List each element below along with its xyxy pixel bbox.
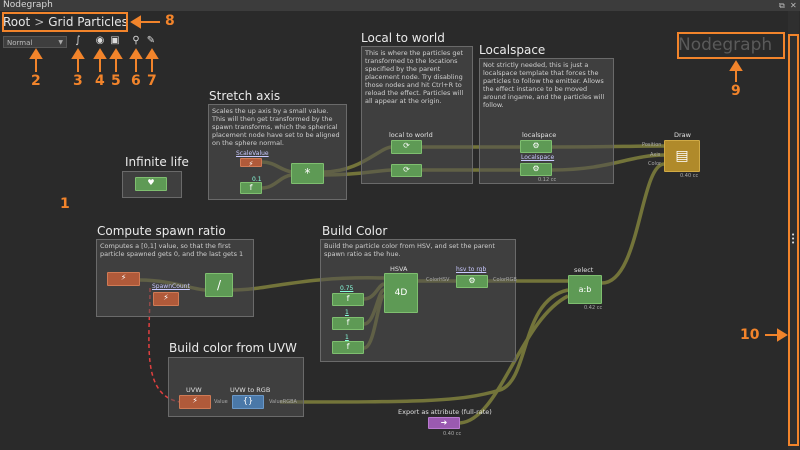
annotation-4: 4: [95, 73, 105, 89]
select-label: select: [574, 266, 594, 274]
heart-icon: ♥: [147, 178, 155, 187]
comment-title-local-to-world: Local to world: [361, 31, 445, 45]
annotation-10: 10: [740, 327, 760, 343]
export-icon: ➜: [440, 418, 448, 427]
annotation-2: 2: [31, 73, 41, 89]
divide-node[interactable]: /: [205, 273, 233, 297]
comment-title-compute-spawn: Compute spawn ratio: [97, 224, 226, 238]
callout-scrollbar-box: [788, 34, 799, 446]
param-icon: ⚡: [120, 273, 127, 282]
f-label: f: [249, 183, 253, 192]
gear-icon: ⚙: [468, 276, 476, 285]
value-075-label: 0.75: [340, 285, 354, 292]
constant-01-node[interactable]: f: [240, 182, 262, 194]
export-timing: 0.40 cc: [443, 431, 462, 437]
draw-label: Draw: [674, 131, 691, 139]
param-icon: ⚡: [248, 160, 254, 168]
constant-1a-node[interactable]: f: [332, 317, 364, 330]
constant-1b-node[interactable]: f: [332, 341, 364, 354]
hsva-label: HSVA: [390, 265, 408, 273]
localspace-param-label: Localspace: [521, 154, 555, 161]
uvw-label: UVW: [186, 386, 202, 394]
infinite-life-node[interactable]: ♥: [135, 177, 167, 191]
f-label: f: [346, 294, 350, 303]
callout-watermark-box: [677, 32, 785, 59]
annotation-9: 9: [731, 83, 741, 99]
constant-075-node[interactable]: f: [332, 293, 364, 306]
localspace-node-2[interactable]: ⚙: [520, 163, 552, 176]
hsva-node[interactable]: 4D: [384, 273, 418, 313]
draw-port-color: Color: [648, 161, 662, 167]
param-icon: ⚡: [163, 293, 169, 302]
local-to-world-label: local to world: [389, 131, 433, 139]
comment-title-localspace: Localspace: [479, 43, 546, 57]
draw-icon: ▤: [675, 148, 689, 164]
gear-icon: ⚙: [532, 141, 540, 150]
select-node[interactable]: a:b: [568, 275, 602, 304]
local-to-world-node[interactable]: ⟳: [391, 140, 422, 154]
annotation-7: 7: [147, 73, 157, 89]
export-attr-label: Export as attribute (full-rate): [398, 408, 492, 416]
value-1a-label: 1: [345, 309, 349, 316]
uvw-node[interactable]: ⚡: [179, 395, 211, 409]
local-to-world-node-2[interactable]: ⟳: [391, 164, 422, 177]
braces-icon: {}: [242, 396, 254, 405]
annotation-8: 8: [165, 13, 175, 29]
f-label: f: [346, 342, 350, 351]
gear-icon: ⚙: [532, 164, 540, 173]
comment-stretch-axis[interactable]: Scales the up axis by a small value. Thi…: [208, 104, 347, 200]
hsv-to-rgb-node[interactable]: ⚙: [456, 275, 488, 288]
f-label: f: [346, 318, 350, 327]
gear-icon: ⟳: [403, 141, 410, 150]
multiply-node[interactable]: *: [291, 163, 324, 184]
scale-param-label: ScaleValue: [236, 150, 269, 157]
value-rgba-port: ValueRGBA: [269, 399, 297, 405]
annotation-5: 5: [111, 73, 121, 89]
draw-timing: 0.40 cc: [680, 173, 699, 179]
timing-label: 0.12 cc: [538, 177, 557, 183]
spawn-index-node[interactable]: ⚡: [107, 272, 140, 286]
annotation-1: 1: [60, 196, 70, 212]
gear-icon: ⟳: [403, 165, 410, 174]
scale-param-node[interactable]: ⚡: [240, 158, 262, 168]
annotation-6: 6: [131, 73, 141, 89]
annotation-3: 3: [73, 73, 83, 89]
comment-title-infinite-life: Infinite life: [125, 155, 189, 169]
localspace-label: localspace: [522, 131, 557, 139]
callout-breadcrumb-box: [2, 12, 128, 32]
draw-port-axis: Axis: [650, 152, 661, 158]
draw-node[interactable]: ▤: [664, 140, 700, 172]
comment-title-stretch-axis: Stretch axis: [209, 89, 281, 103]
comment-title-build-uvw: Build color from UVW: [169, 341, 297, 355]
value-1b-label: 1: [345, 334, 349, 341]
draw-port-position: Position: [642, 142, 662, 148]
color-hsv-port: ColorHSV: [426, 277, 450, 283]
spawn-count-label: SpawnCount: [152, 283, 190, 290]
uvw-to-rgb-label: UVW to RGB: [230, 386, 271, 394]
comment-title-build-color: Build Color: [322, 224, 388, 238]
color-rgb-port: ColorRGB: [493, 277, 517, 283]
spawn-count-node[interactable]: ⚡: [153, 292, 179, 306]
select-timing: 0.42 cc: [584, 305, 603, 311]
hsv-to-rgb-label: hsv to rgb: [456, 266, 487, 273]
localspace-node[interactable]: ⚙: [520, 140, 552, 153]
uvw-to-rgb-node[interactable]: {}: [232, 395, 264, 409]
export-attr-node[interactable]: ➜: [428, 417, 460, 429]
value-port: Value: [214, 399, 228, 405]
param-icon: ⚡: [192, 396, 198, 405]
